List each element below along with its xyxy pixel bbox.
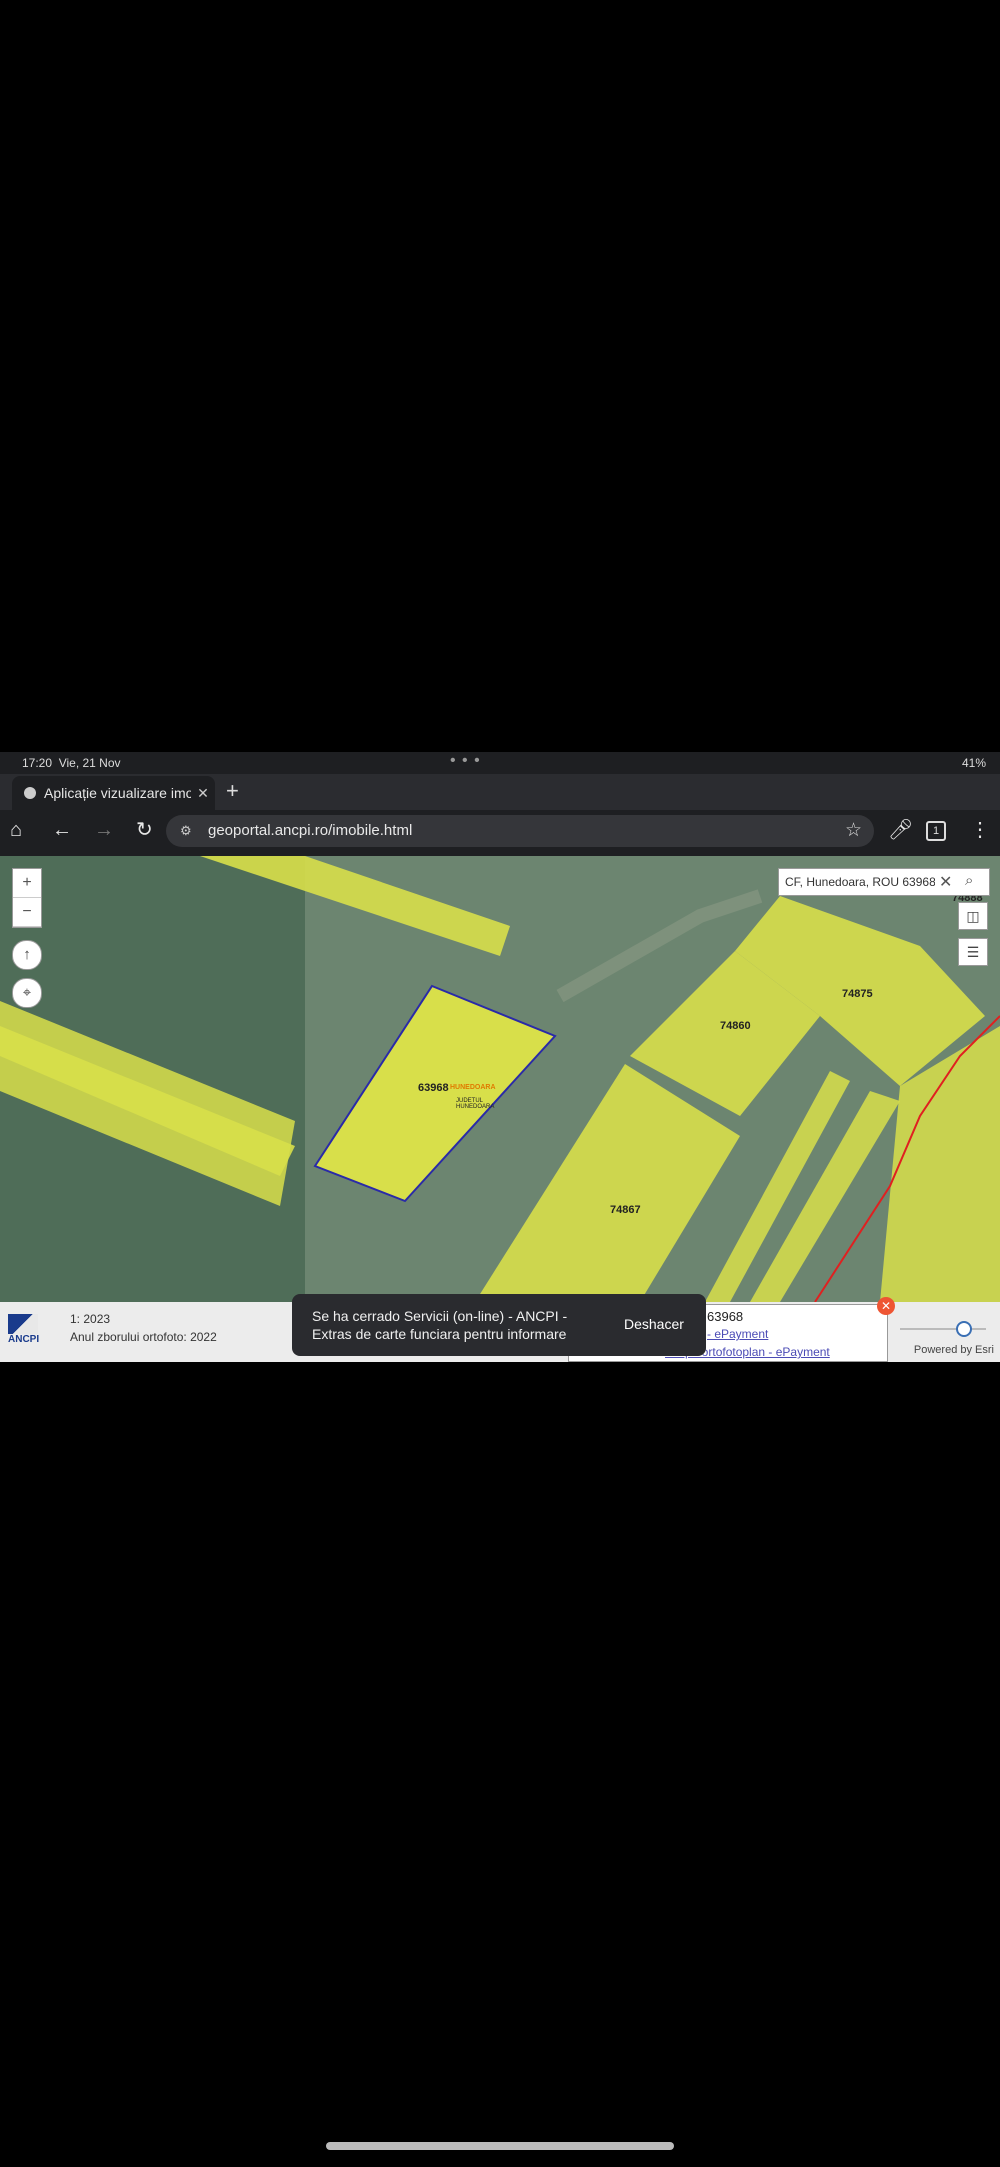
ancpi-logo: ANCPI xyxy=(8,1314,54,1350)
forward-icon[interactable]: → xyxy=(94,818,114,842)
tab-title: Aplicație vizualizare imobile xyxy=(44,785,191,801)
battery-level: 41% xyxy=(961,756,986,770)
transparency-slider[interactable] xyxy=(900,1321,986,1337)
browser-toolbar: ⌂ ← → ↻ ⚙ geoportal.ancpi.ro/imobile.htm… xyxy=(0,810,1000,852)
compass-icon[interactable]: ↑ xyxy=(12,940,42,970)
map-view[interactable]: 63968 HUNEDOARA JUDETUL HUNEDOARA 74860 … xyxy=(0,856,1000,1302)
zoom-out-button[interactable]: − xyxy=(13,898,41,927)
tablet-screen: 17:20 Vie, 21 Nov • • • 41% Aplicație vi… xyxy=(0,752,1000,1362)
slider-knob[interactable] xyxy=(956,1321,972,1337)
multitask-dots[interactable]: • • • xyxy=(450,752,481,770)
clear-search-icon[interactable]: ✕ xyxy=(939,872,952,892)
zoom-in-button[interactable]: + xyxy=(13,869,41,898)
undo-button[interactable]: Deshacer xyxy=(624,1316,684,1332)
orthophoto-year: Anul zborului ortofoto: 2022 xyxy=(70,1330,217,1344)
orthophoto-map xyxy=(0,856,1000,1302)
parcel-label-74875: 74875 xyxy=(842,988,873,1000)
ancpi-logo-text: ANCPI xyxy=(8,1334,40,1345)
ancpi-logo-mark xyxy=(8,1314,38,1334)
microphone-icon[interactable]: 🎤︎ xyxy=(888,818,913,842)
site-info-icon[interactable]: ⚙ xyxy=(180,823,192,839)
tab-strip: Aplicație vizualizare imobile ✕ + xyxy=(0,774,1000,810)
new-tab-button[interactable]: + xyxy=(226,778,239,804)
popup-close-icon[interactable]: ✕ xyxy=(877,1297,895,1315)
globe-icon xyxy=(24,787,36,799)
toast-message-line2: Extras de carte funciara pentru informar… xyxy=(312,1326,567,1342)
powered-by-esri: Powered by Esri xyxy=(913,1344,994,1356)
map-search-box[interactable]: CF, Hunedoara, ROU 63968 ✕ ⌕ xyxy=(778,868,990,896)
close-tab-icon[interactable]: ✕ xyxy=(191,785,215,802)
reload-icon[interactable]: ↻ xyxy=(136,818,153,842)
snackbar-toast: Se ha cerrado Servicii (on-line) - ANCPI… xyxy=(292,1294,706,1356)
parcel-label-74860: 74860 xyxy=(720,1020,751,1032)
popup-parcel-id: 63968 xyxy=(707,1309,744,1324)
browser-tab[interactable]: Aplicație vizualizare imobile ✕ xyxy=(12,776,215,810)
back-icon[interactable]: ← xyxy=(52,818,72,842)
layer-list-icon[interactable]: ☰ xyxy=(958,938,988,966)
address-bar[interactable]: ⚙ geoportal.ancpi.ro/imobile.html ☆ xyxy=(166,815,874,847)
status-bar: 17:20 Vie, 21 Nov • • • 41% xyxy=(0,752,1000,774)
toast-message-line1: Se ha cerrado Servicii (on-line) - ANCPI… xyxy=(312,1308,568,1324)
parcel-label-county: HUNEDOARA xyxy=(450,1084,496,1091)
parcel-label-63968: 63968 xyxy=(418,1082,449,1094)
url-text[interactable]: geoportal.ancpi.ro/imobile.html xyxy=(208,822,412,839)
zoom-control: + − xyxy=(12,868,42,928)
bookmark-star-icon[interactable]: ☆ xyxy=(845,819,862,842)
basemap-icon[interactable]: ◫ xyxy=(958,902,988,930)
menu-icon[interactable]: ⋮ xyxy=(970,818,990,842)
popup-epayment-link[interactable]: - ePayment xyxy=(707,1327,768,1341)
parcel-label-judet: JUDETUL HUNEDOARA xyxy=(456,1098,495,1110)
status-time-date: 17:20 Vie, 21 Nov xyxy=(22,756,121,770)
map-search-input[interactable]: CF, Hunedoara, ROU 63968 xyxy=(785,875,935,889)
search-icon[interactable]: ⌕ xyxy=(965,872,973,889)
parcel-label-74867: 74867 xyxy=(610,1204,641,1216)
tab-count-button[interactable]: 1 xyxy=(926,821,946,841)
home-icon[interactable]: ⌂ xyxy=(10,818,22,842)
gesture-bar[interactable] xyxy=(326,2142,674,2150)
map-scale: 1: 2023 xyxy=(70,1312,111,1326)
locate-icon[interactable]: ⌖ xyxy=(12,978,42,1008)
